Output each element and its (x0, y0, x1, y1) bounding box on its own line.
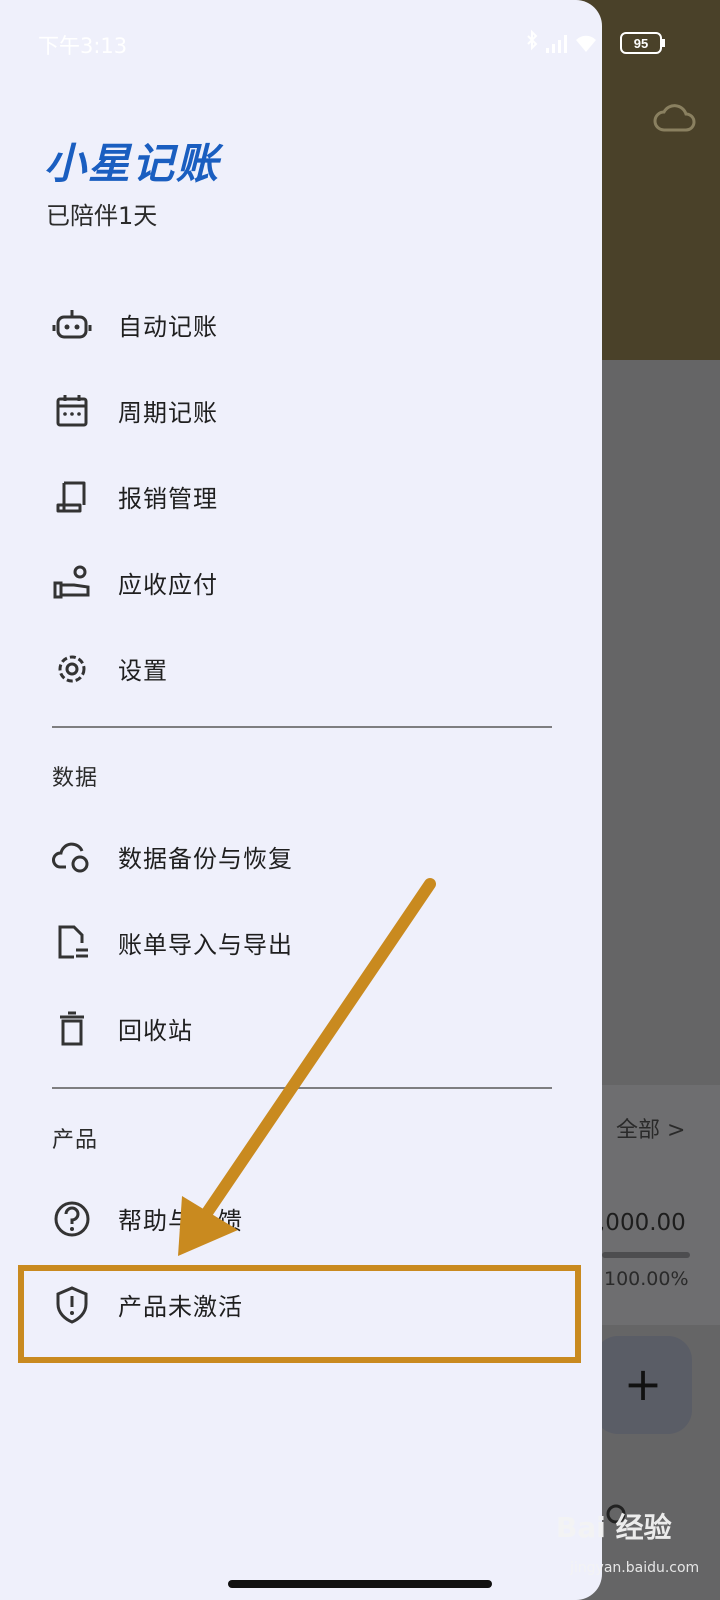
home-indicator (228, 1580, 492, 1588)
watermark-url: jingyan.baidu.com (570, 1560, 700, 1576)
watermark: Bai 经验 (556, 1511, 672, 1544)
annotation-arrow (178, 878, 436, 1256)
